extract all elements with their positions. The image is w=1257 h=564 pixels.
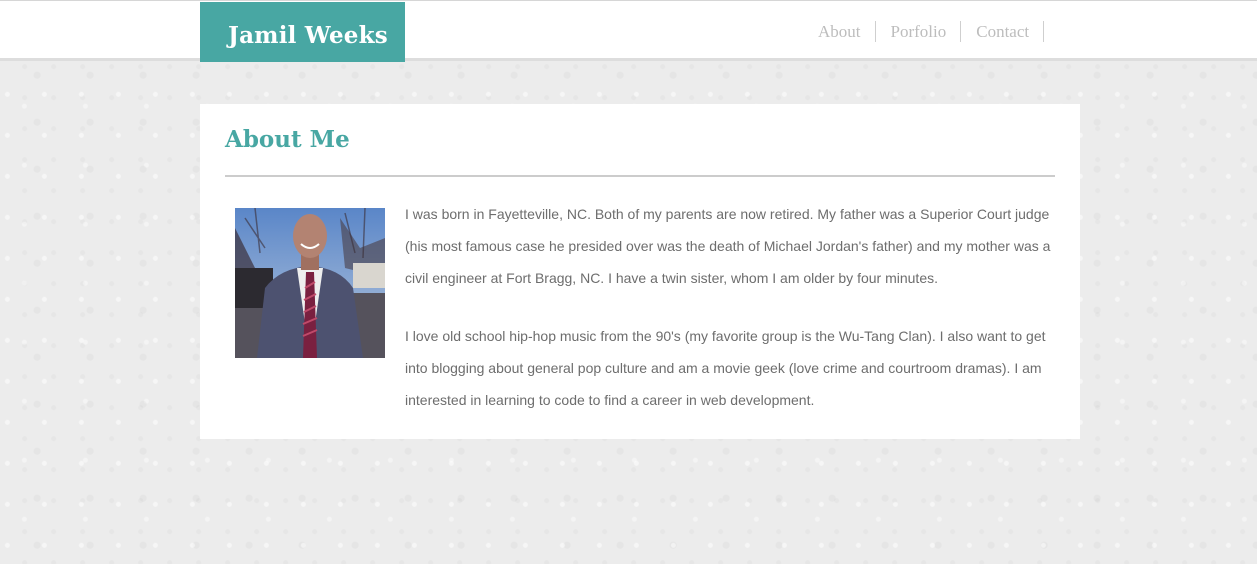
main-nav: About Porfolio Contact (803, 21, 1045, 42)
about-paragraph-1: I was born in Fayetteville, NC. Both of … (405, 206, 1051, 286)
title-divider (225, 175, 1055, 177)
nav-contact-link[interactable]: Contact (961, 21, 1045, 42)
about-text: I was born in Fayetteville, NC. Both of … (405, 198, 1060, 416)
page-title: About Me (225, 126, 350, 153)
site-header: Jamil Weeks About Porfolio Contact (0, 0, 1257, 62)
about-paragraph-2: I love old school hip-hop music from the… (405, 328, 1046, 408)
nav-portfolio-link[interactable]: Porfolio (876, 21, 962, 42)
profile-photo-image (235, 208, 385, 358)
profile-photo (235, 208, 385, 358)
nav-about-link[interactable]: About (803, 21, 876, 42)
site-brand[interactable]: Jamil Weeks (200, 2, 405, 62)
about-card: About Me I was born in Fayetteville, NC.… (200, 104, 1080, 439)
